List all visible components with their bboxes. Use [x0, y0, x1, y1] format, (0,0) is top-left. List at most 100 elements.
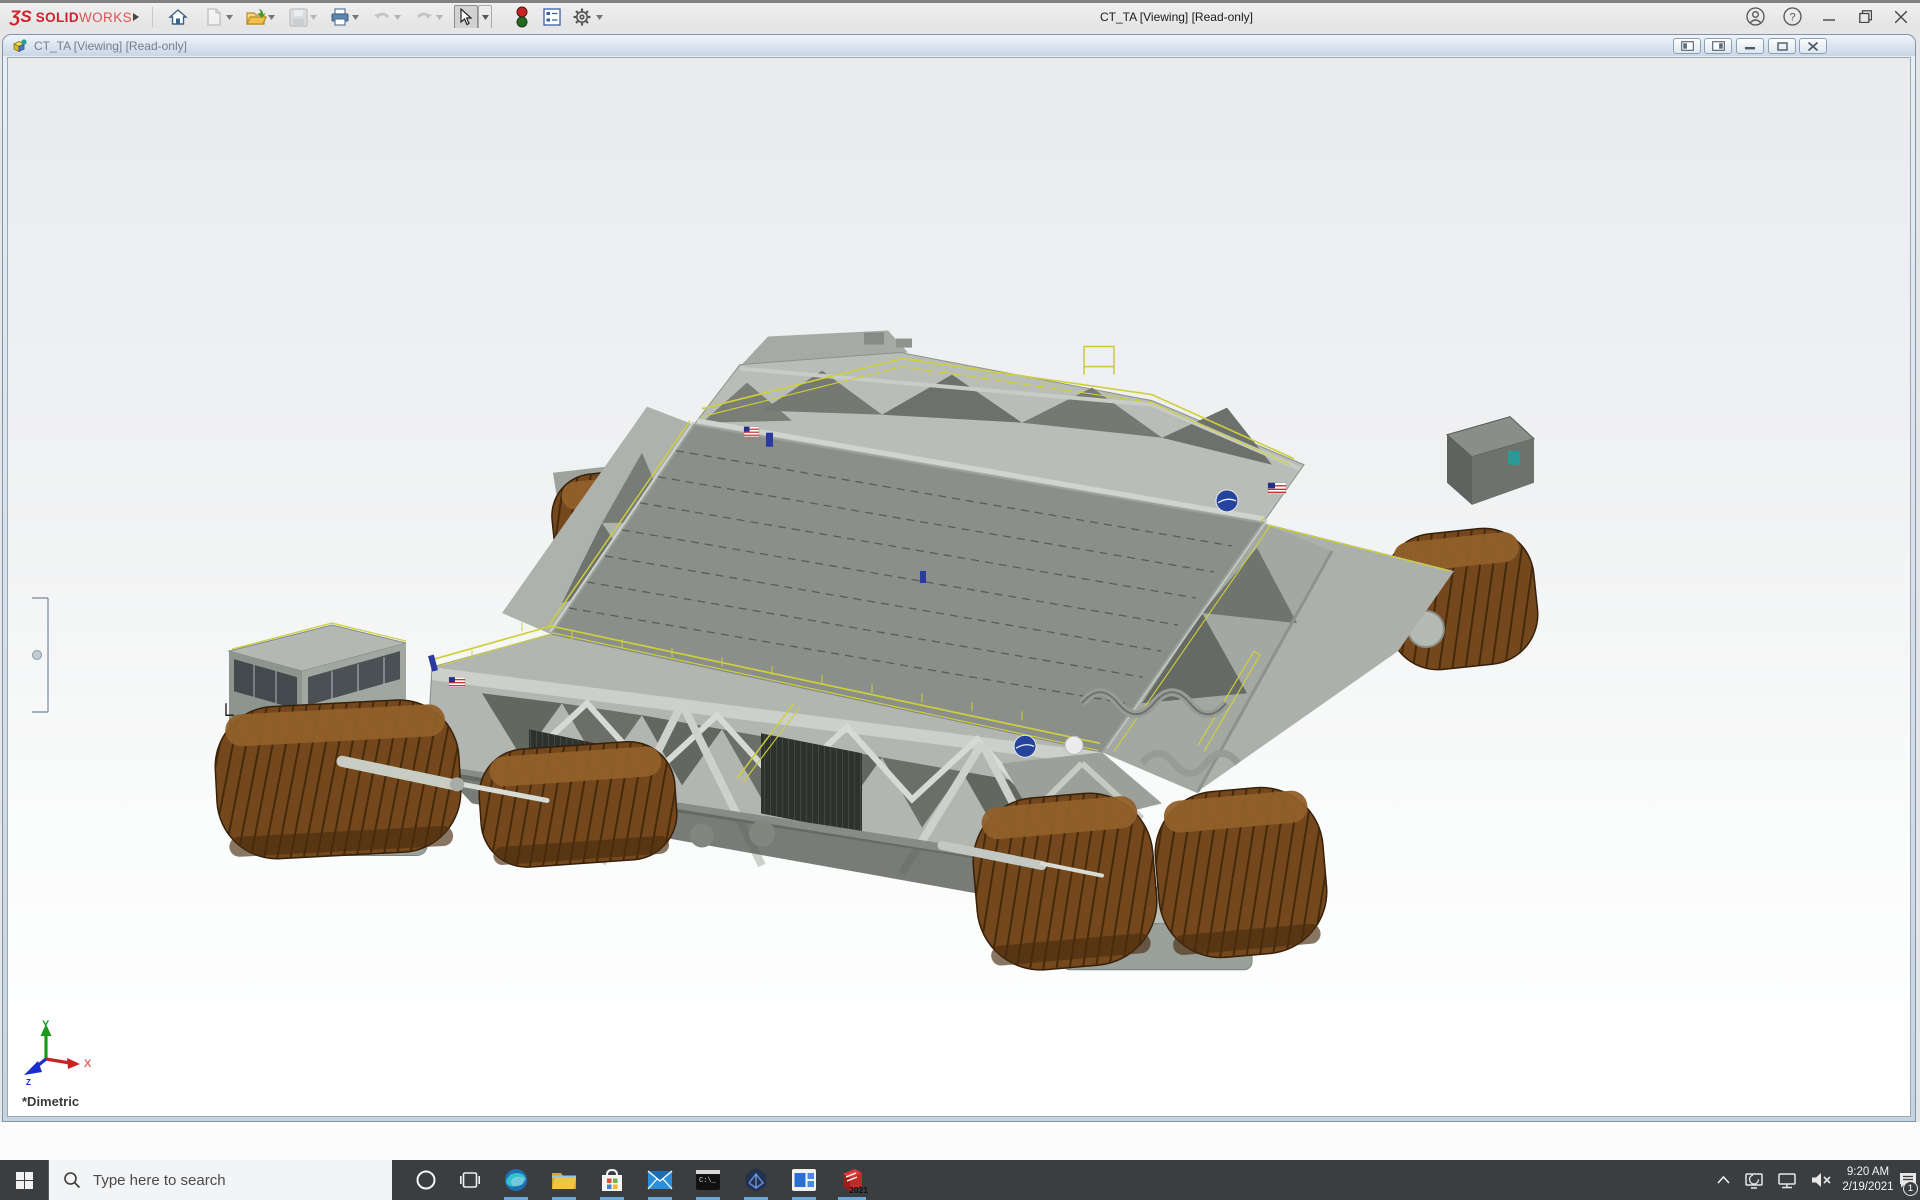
account-button[interactable]: [1738, 3, 1772, 30]
save-icon: [289, 8, 308, 27]
traffic-light-icon: [515, 6, 529, 28]
nasa-logo-decal: [1014, 735, 1036, 757]
chevron-down-icon: [482, 15, 489, 20]
minimize-button[interactable]: [1812, 3, 1846, 30]
home-button[interactable]: [166, 5, 190, 29]
select-tool-dropdown[interactable]: [478, 5, 492, 29]
account-icon: [1746, 7, 1765, 26]
start-button[interactable]: [0, 1160, 48, 1200]
task-view-icon: [460, 1172, 480, 1188]
svg-text:?: ?: [1789, 12, 1795, 24]
taskbar-app-photos[interactable]: [780, 1160, 828, 1200]
doc-restore-button[interactable]: [1768, 38, 1796, 54]
feature-pane-splitter-handle[interactable]: [26, 596, 56, 714]
taskbar-app-store[interactable]: [588, 1160, 636, 1200]
cortana-icon: [415, 1169, 437, 1191]
pane-right-button[interactable]: [1704, 38, 1732, 54]
triad-z-label: Z: [26, 1078, 31, 1087]
orientation-triad[interactable]: Y X Z: [16, 1007, 112, 1092]
open-dropdown[interactable]: [264, 5, 278, 29]
home-icon: [168, 7, 188, 27]
close-icon: [1895, 11, 1907, 23]
display-settings-button[interactable]: [540, 5, 564, 29]
options-dropdown[interactable]: [592, 5, 606, 29]
taskbar-app-file-explorer[interactable]: [540, 1160, 588, 1200]
chevron-up-icon: [1717, 1176, 1730, 1184]
track-front-right-b: [1150, 782, 1332, 962]
wireless-display-icon: [1744, 1171, 1764, 1189]
chevron-down-icon: [352, 15, 359, 20]
track-front-left-b: [476, 739, 680, 871]
taskbar-app-mail[interactable]: [636, 1160, 684, 1200]
taskbar-app-modeling[interactable]: [732, 1160, 780, 1200]
edge-icon: [503, 1167, 529, 1193]
taskbar-app-edge[interactable]: [492, 1160, 540, 1200]
3d-model-crawler-transporter: [8, 58, 1911, 1117]
flag-decal: [449, 677, 465, 687]
taskbar-app-solidworks[interactable]: 2021: [828, 1160, 876, 1200]
view-orientation-label: *Dimetric: [22, 1094, 79, 1109]
app-title: CT_TA [Viewing] [Read-only]: [1100, 10, 1253, 24]
document-titlebar[interactable]: CT_TA [Viewing] [Read-only]: [3, 35, 1915, 56]
network-icon: [1777, 1172, 1797, 1189]
document-window: CT_TA [Viewing] [Read-only]: [2, 34, 1916, 1122]
task-view-button[interactable]: [448, 1160, 492, 1200]
undo-dropdown[interactable]: [390, 5, 404, 29]
clock-time: 9:20 AM: [1838, 1165, 1898, 1180]
taskbar-app-terminal[interactable]: C:\_: [684, 1160, 732, 1200]
undo-icon: [372, 9, 392, 25]
mail-icon: [647, 1170, 673, 1190]
restore-icon: [1859, 10, 1872, 23]
restore-button[interactable]: [1848, 3, 1882, 30]
notification-badge[interactable]: 1: [1903, 1181, 1918, 1196]
rear-cab: [1447, 417, 1534, 505]
print-dropdown[interactable]: [348, 5, 362, 29]
solidworks-logo-glyph: ƷS: [10, 7, 32, 27]
mdi-area: CT_TA [Viewing] [Read-only]: [0, 28, 1920, 1160]
svg-text:C:\_: C:\_: [699, 1177, 717, 1185]
new-document-icon: [205, 7, 223, 27]
select-cursor-icon: [458, 8, 474, 26]
tray-display-button[interactable]: [1739, 1160, 1769, 1200]
solidworks-app-window: ƷSSOLIDWORKS: [0, 0, 1920, 1200]
flag-decal: [1268, 483, 1286, 494]
options-button[interactable]: [570, 5, 594, 29]
doc-minimize-button[interactable]: [1736, 38, 1764, 54]
taskbar-clock[interactable]: 9:20 AM 2/19/2021: [1838, 1165, 1898, 1195]
chevron-down-icon: [394, 15, 401, 20]
pane-right-icon: [1712, 41, 1725, 51]
taskbar-search[interactable]: [48, 1160, 392, 1200]
select-tool-button[interactable]: [454, 5, 478, 29]
app-titlebar: ƷSSOLIDWORKS: [0, 0, 1920, 28]
toolbar-separator: [152, 7, 153, 27]
hexagon-app-icon: [743, 1167, 769, 1193]
print-icon: [330, 7, 350, 27]
tray-network-button[interactable]: [1772, 1160, 1802, 1200]
chevron-down-icon: [596, 15, 603, 20]
viewport-3d[interactable]: Y X Z *Dimetric: [7, 57, 1911, 1117]
deck-mini-platform: [1084, 347, 1114, 375]
solidworks-logo: ƷSSOLIDWORKS: [10, 6, 132, 28]
pane-left-button[interactable]: [1673, 38, 1701, 54]
redo-icon: [414, 9, 434, 25]
toolbar-flyout-button[interactable]: [128, 5, 144, 29]
list-options-icon: [543, 8, 561, 26]
hidden-icons-button[interactable]: [1708, 1160, 1738, 1200]
search-input[interactable]: [91, 1171, 351, 1190]
redo-dropdown[interactable]: [432, 5, 446, 29]
doc-close-button[interactable]: [1799, 38, 1827, 54]
windows-logo-icon: [16, 1172, 33, 1189]
tray-volume-button[interactable]: [1807, 1160, 1837, 1200]
minimize-icon: [1823, 11, 1835, 23]
help-button[interactable]: ?: [1775, 3, 1809, 30]
gear-icon: [572, 7, 592, 27]
windows-taskbar: C:\_: [0, 1160, 1920, 1200]
save-dropdown[interactable]: [306, 5, 320, 29]
chevron-down-icon: [310, 15, 317, 20]
track-front-right-a: [968, 788, 1162, 975]
rebuild-button[interactable]: [510, 5, 534, 29]
new-document-dropdown[interactable]: [222, 5, 236, 29]
chevron-down-icon: [268, 15, 275, 20]
cortana-button[interactable]: [404, 1160, 448, 1200]
close-button[interactable]: [1884, 3, 1918, 30]
